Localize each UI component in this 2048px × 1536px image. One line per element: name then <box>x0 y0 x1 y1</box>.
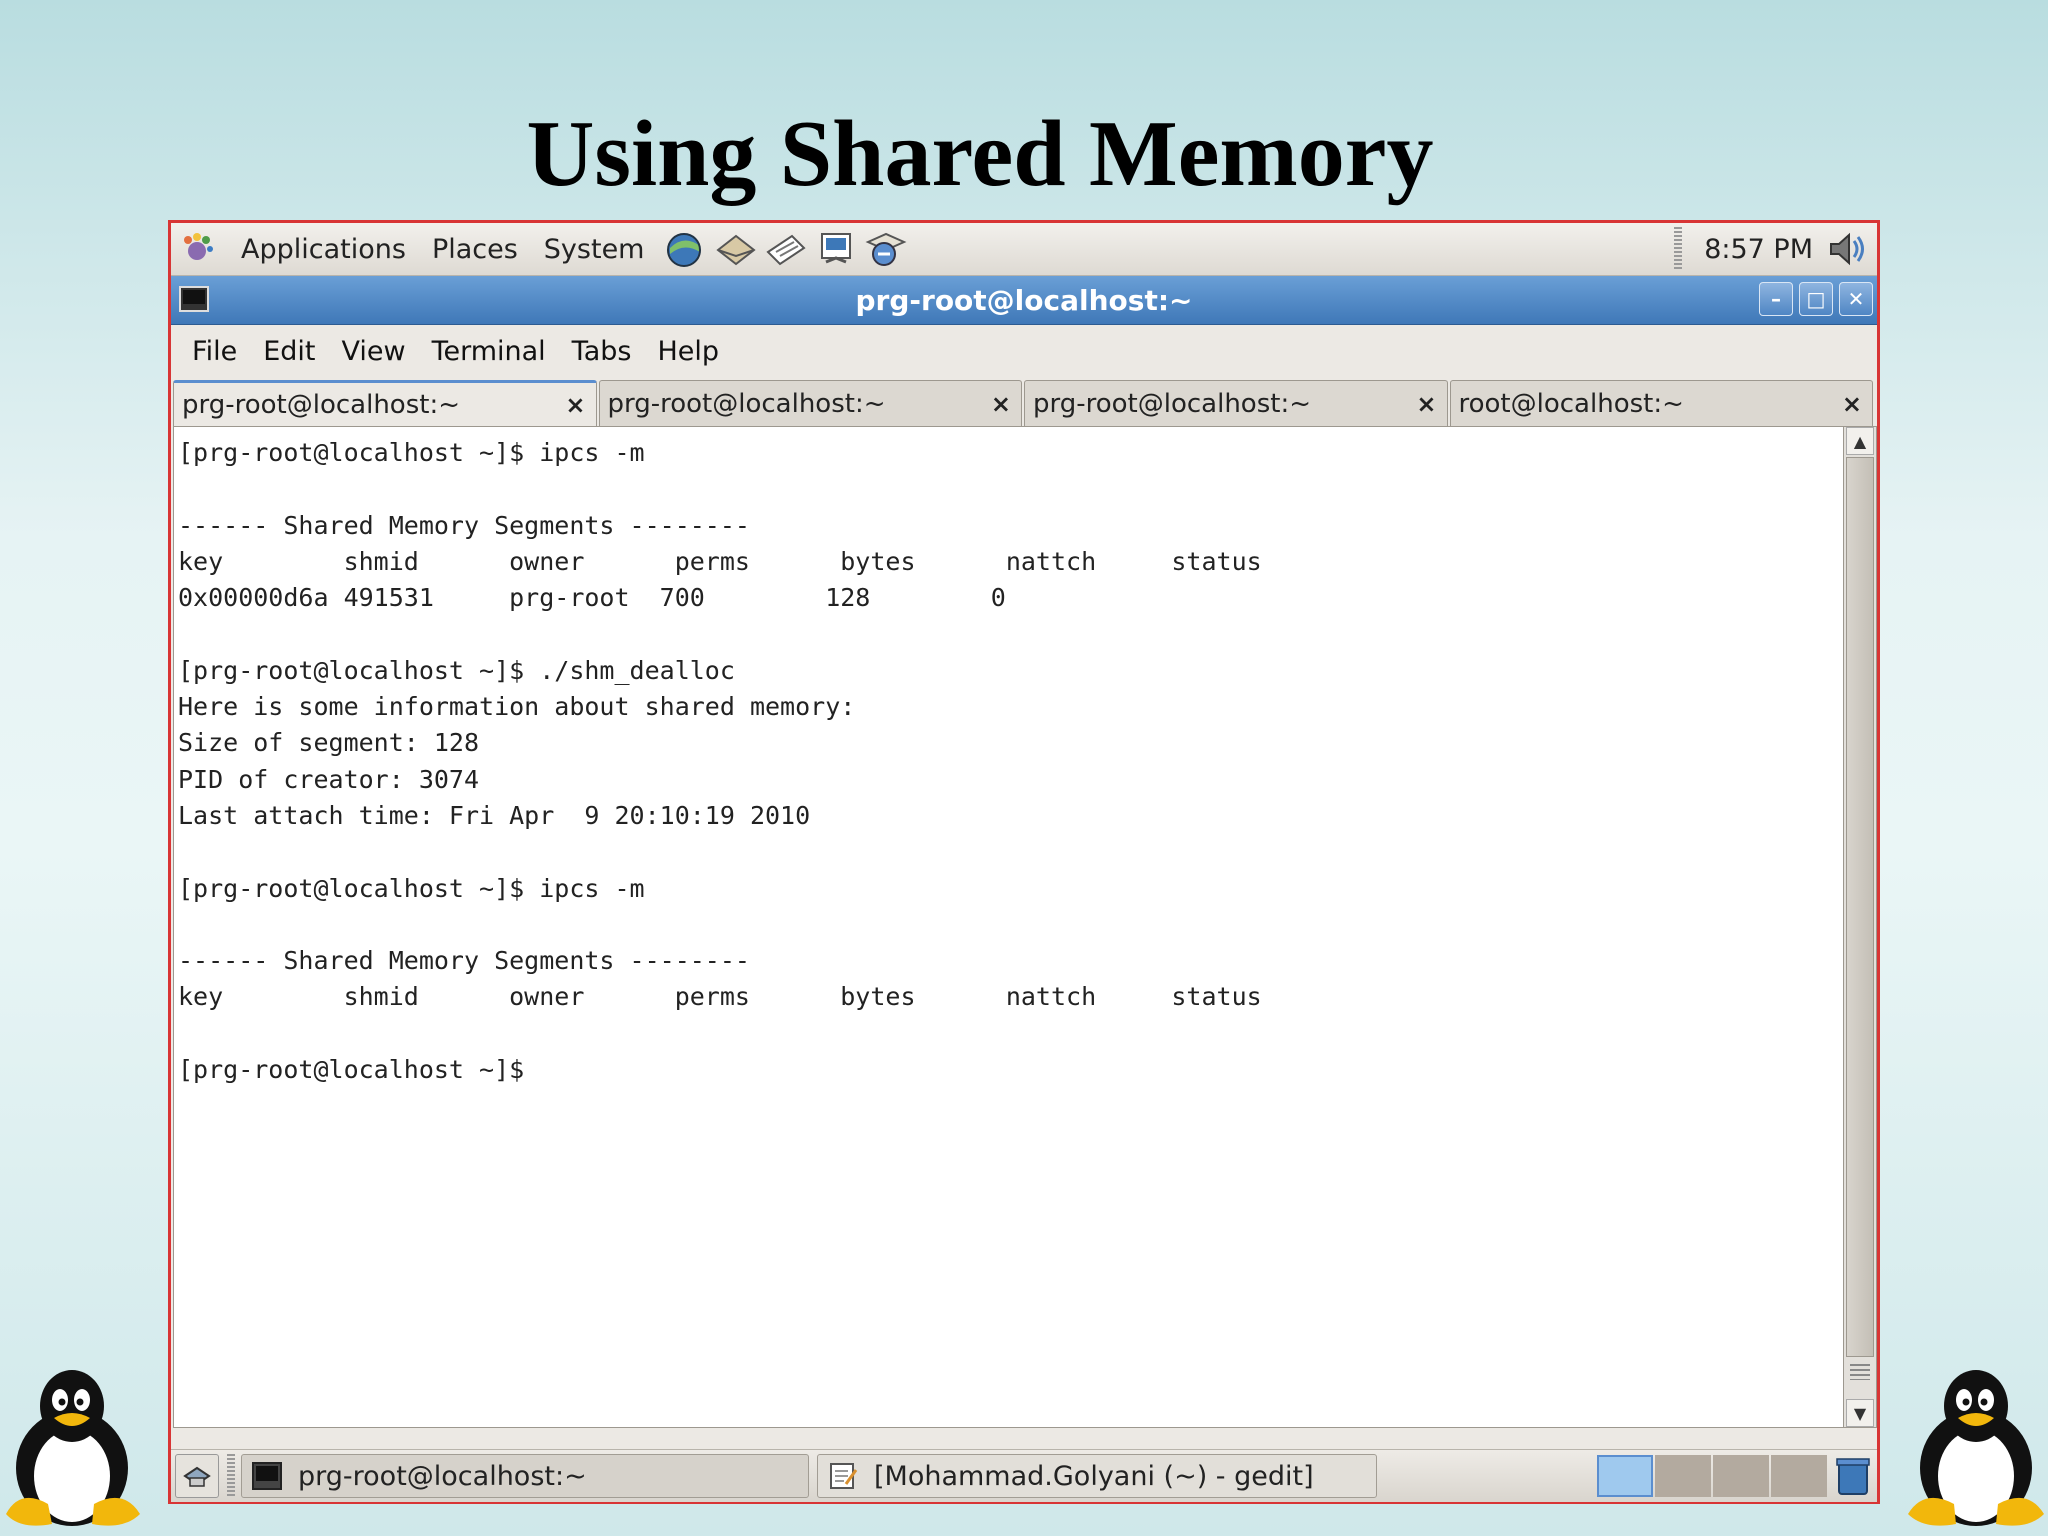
tab-label: prg-root@localhost:~ <box>182 389 461 420</box>
vertical-scrollbar[interactable]: ▲ ▼ <box>1843 426 1877 1428</box>
text-editor-icon <box>830 1463 858 1489</box>
tab-bar: prg-root@localhost:~ × prg-root@localhos… <box>173 380 1875 426</box>
applications-menu[interactable]: Applications <box>235 234 412 265</box>
system-menu[interactable]: System <box>538 234 651 265</box>
terminal-app-icon <box>252 1462 282 1490</box>
scroll-down-arrow-icon[interactable]: ▼ <box>1846 1399 1874 1427</box>
terminal-output[interactable]: [prg-root@localhost ~]$ ipcs -m ------ S… <box>173 426 1845 1428</box>
tab-2[interactable]: prg-root@localhost:~ × <box>598 380 1022 426</box>
terminal-line: [prg-root@localhost ~]$ <box>178 1055 525 1085</box>
terminal-app-icon[interactable] <box>179 286 209 312</box>
grip-icon <box>1850 1364 1870 1380</box>
window-controls: – □ ✕ <box>1759 282 1873 316</box>
tab-label: prg-root@localhost:~ <box>1033 388 1312 419</box>
taskbar-item-label: [Mohammad.Golyani (~) - gedit] <box>874 1460 1314 1492</box>
workspace-2[interactable] <box>1655 1455 1711 1497</box>
web-browser-icon[interactable] <box>664 228 708 270</box>
mail-icon[interactable] <box>714 228 758 270</box>
window-titlebar[interactable]: prg-root@localhost:~ – □ ✕ <box>171 276 1877 325</box>
taskbar-item-terminal[interactable]: prg-root@localhost:~ <box>241 1454 809 1498</box>
menu-help[interactable]: Help <box>652 336 724 367</box>
taskbar-item-gedit[interactable]: [Mohammad.Golyani (~) - gedit] <box>817 1454 1377 1498</box>
close-window-button[interactable]: ✕ <box>1839 282 1873 316</box>
terminal-line: [prg-root@localhost ~]$ ipcs -m <box>178 873 645 903</box>
workspace-3[interactable] <box>1713 1455 1769 1497</box>
desktop-screenshot: Applications Places System 8:57 PM prg-r… <box>168 220 1880 1504</box>
tab-1[interactable]: prg-root@localhost:~ × <box>173 380 597 426</box>
slide-title: Using Shared Memory <box>526 102 1434 206</box>
scrollbar-thumb[interactable] <box>1846 457 1874 1380</box>
tab-label: root@localhost:~ <box>1458 388 1684 419</box>
maximize-button[interactable]: □ <box>1799 282 1833 316</box>
workspace-1[interactable] <box>1597 1455 1653 1497</box>
tab-close-icon[interactable]: × <box>1416 390 1436 418</box>
tab-3[interactable]: prg-root@localhost:~ × <box>1024 380 1448 426</box>
terminal-line: key shmid owner perms bytes nattch statu… <box>178 982 1262 1012</box>
scroll-up-arrow-icon[interactable]: ▲ <box>1846 427 1874 455</box>
clock[interactable]: 8:57 PM <box>1704 234 1813 265</box>
window-title: prg-root@localhost:~ <box>855 283 1193 317</box>
tux-penguin-right-icon <box>1908 1370 2044 1526</box>
terminal-text: [prg-root@localhost ~]$ ipcs -m ------ S… <box>174 427 1844 1088</box>
terminal-line: Size of segment: 128 <box>178 728 480 758</box>
menu-file[interactable]: File <box>187 336 242 367</box>
show-desktop-icon <box>183 1466 211 1487</box>
menu-tabs[interactable]: Tabs <box>567 336 637 367</box>
trash-icon[interactable] <box>1835 1456 1871 1496</box>
bottom-panel: prg-root@localhost:~ [Mohammad.Golyani (… <box>171 1449 1877 1502</box>
menu-terminal[interactable]: Terminal <box>427 336 551 367</box>
panel-handle[interactable] <box>227 1454 235 1498</box>
volume-icon[interactable] <box>1825 229 1869 269</box>
tux-penguin-left-icon <box>6 1370 140 1526</box>
minimize-button[interactable]: – <box>1759 282 1793 316</box>
presentation-icon[interactable] <box>814 228 858 270</box>
menubar: File Edit View Terminal Tabs Help <box>171 325 1877 377</box>
tab-close-icon[interactable]: × <box>565 391 585 419</box>
tab-4[interactable]: root@localhost:~ × <box>1449 380 1873 426</box>
workspace-switcher <box>1597 1455 1827 1497</box>
terminal-line: PID of creator: 3074 <box>178 764 480 794</box>
launchers <box>664 228 908 270</box>
panel-handle[interactable] <box>1674 227 1683 271</box>
taskbar-item-label: prg-root@localhost:~ <box>298 1460 587 1492</box>
menu-view[interactable]: View <box>336 336 410 367</box>
places-menu[interactable]: Places <box>426 234 524 265</box>
update-icon[interactable] <box>864 228 908 270</box>
terminal-line: ------ Shared Memory Segments -------- <box>178 946 750 976</box>
terminal-line: ------ Shared Memory Segments -------- <box>178 510 750 540</box>
notes-icon[interactable] <box>764 228 808 270</box>
tab-close-icon[interactable]: × <box>1842 390 1862 418</box>
show-desktop-button[interactable] <box>175 1454 219 1498</box>
gnome-foot-icon[interactable] <box>179 231 215 267</box>
tab-label: prg-root@localhost:~ <box>607 388 886 419</box>
tab-close-icon[interactable]: × <box>991 390 1011 418</box>
menu-edit[interactable]: Edit <box>258 336 320 367</box>
panel-right: 8:57 PM <box>1674 227 1869 271</box>
terminal-line: Here is some information about shared me… <box>178 692 856 722</box>
terminal-line: key shmid owner perms bytes nattch statu… <box>178 546 1262 576</box>
terminal-line: [prg-root@localhost ~]$ ./shm_dealloc <box>178 655 735 685</box>
top-panel: Applications Places System 8:57 PM <box>171 223 1877 276</box>
workspace-4[interactable] <box>1771 1455 1827 1497</box>
terminal-line: 0x00000d6a 491531 prg-root 700 128 0 <box>178 583 1006 613</box>
terminal-line: [prg-root@localhost ~]$ ipcs -m <box>178 438 645 467</box>
terminal-line: Last attach time: Fri Apr 9 20:10:19 201… <box>178 800 811 830</box>
